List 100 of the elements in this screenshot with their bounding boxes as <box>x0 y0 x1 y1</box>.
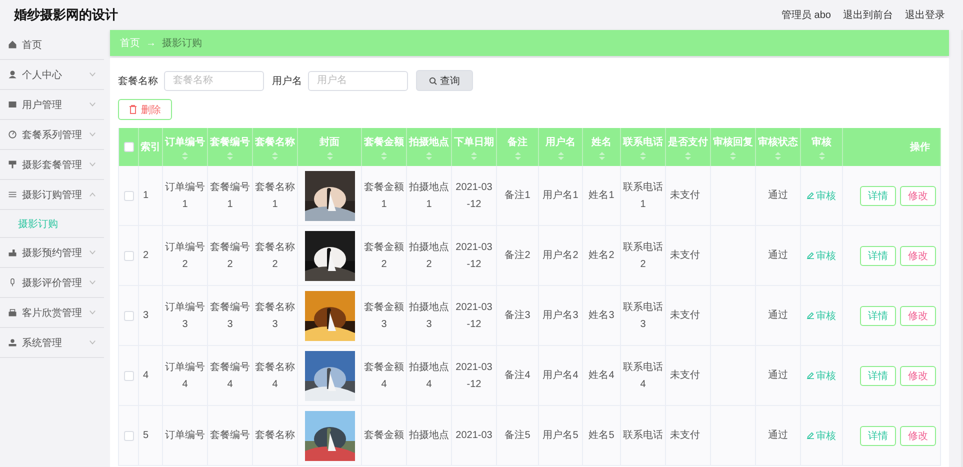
sort-icon[interactable] <box>558 152 564 160</box>
edit-button[interactable]: 修改 <box>900 246 936 266</box>
column-header[interactable]: 审核 <box>801 128 843 166</box>
details-button[interactable]: 详情 <box>860 186 896 206</box>
sort-icon[interactable] <box>227 152 233 160</box>
table-cell-text: 姓名3 <box>588 309 614 323</box>
table-cell-text: 套餐金额 <box>364 428 404 443</box>
sort-icon[interactable] <box>818 152 824 160</box>
table-cell-text: 拍摄地点 4 <box>408 360 450 392</box>
row-checkbox[interactable] <box>124 190 134 200</box>
review-link[interactable]: 审核 <box>807 248 836 262</box>
details-button[interactable]: 详情 <box>860 426 896 446</box>
edit-button[interactable]: 修改 <box>900 306 936 326</box>
sidebar-item[interactable]: 套餐系列管理 <box>0 120 104 150</box>
review-link[interactable]: 审核 <box>807 188 836 202</box>
header-link[interactable]: 管理员 abo <box>782 8 831 22</box>
sort-icon[interactable] <box>326 152 332 160</box>
table-cell-text: 联系电话 2 <box>622 240 664 272</box>
column-header[interactable]: 套餐名称 <box>253 128 298 166</box>
row-checkbox[interactable] <box>124 370 134 380</box>
pencil-icon <box>807 252 814 259</box>
header-label: 封面 <box>320 136 340 148</box>
sidebar-item[interactable]: 系统管理 <box>0 328 104 358</box>
table-cell-text: 套餐名称 1 <box>254 180 296 212</box>
column-header[interactable]: 下单日期 <box>452 128 497 166</box>
details-button[interactable]: 详情 <box>860 246 896 266</box>
breadcrumb-item[interactable]: 摄影订购 <box>162 36 202 50</box>
sort-icon[interactable] <box>182 152 188 160</box>
table-cell-text: 拍摄地点 3 <box>408 300 450 332</box>
sidebar-item[interactable]: 摄影评价管理 <box>0 268 104 298</box>
column-header[interactable]: 联系电话 <box>621 128 666 166</box>
delete-button[interactable]: 删除 <box>118 99 172 120</box>
sidebar-item[interactable]: 个人中心 <box>0 60 104 90</box>
row-checkbox[interactable] <box>124 250 134 260</box>
table-cell-text: 1 <box>143 189 149 203</box>
table-cell-text: 用户名2 <box>542 248 578 263</box>
table-cell-text: 2021-03-12 <box>454 180 494 212</box>
search-field[interactable]: 用户名 <box>308 70 408 90</box>
header-link[interactable]: 退出登录 <box>905 8 945 22</box>
chevron-icon <box>89 192 96 197</box>
field-label: 用户名 <box>272 74 302 88</box>
review-link[interactable]: 审核 <box>807 368 836 382</box>
sidebar-item[interactable]: 用户管理 <box>0 90 104 120</box>
column-header[interactable]: 套餐金额 <box>362 128 407 166</box>
sort-icon[interactable] <box>598 152 604 160</box>
sort-icon[interactable] <box>426 152 432 160</box>
breadcrumb-item[interactable]: 首页 <box>120 36 140 50</box>
row-checkbox[interactable] <box>124 430 134 440</box>
row-checkbox[interactable] <box>124 310 134 320</box>
header-label: 联系电话 <box>623 136 663 148</box>
pencil-icon <box>807 432 814 439</box>
column-header[interactable]: 封面 <box>298 128 362 166</box>
sidebar-item[interactable]: 摄影预约管理 <box>0 238 104 268</box>
column-header[interactable]: 套餐编号 <box>208 128 253 166</box>
table-cell-text: 套餐编号 2 <box>209 240 251 272</box>
column-header[interactable]: 姓名 <box>583 128 621 166</box>
table-cell-text: 订单编号 <box>165 428 205 443</box>
sort-icon[interactable] <box>471 152 477 160</box>
sidebar-item[interactable]: 摄影订购管理 <box>0 180 104 210</box>
column-header[interactable]: 是否支付 <box>666 128 711 166</box>
edit-button[interactable]: 修改 <box>900 366 936 386</box>
column-header[interactable]: 用户名 <box>539 128 583 166</box>
header-label: 备注 <box>508 135 528 148</box>
edit-button[interactable]: 修改 <box>900 426 936 446</box>
edit-button[interactable]: 修改 <box>900 186 936 206</box>
sort-icon[interactable] <box>381 152 387 160</box>
review-link[interactable]: 审核 <box>807 308 836 322</box>
search-button[interactable]: 查询 <box>416 70 473 91</box>
sort-icon[interactable] <box>272 152 278 160</box>
search-icon <box>429 76 437 84</box>
column-header[interactable]: 订单编号 <box>163 128 208 166</box>
table-cell-text: 联系电话 4 <box>622 360 664 392</box>
pencil-icon <box>807 372 814 379</box>
review-link[interactable]: 审核 <box>807 428 836 442</box>
sort-icon[interactable] <box>730 152 736 160</box>
submenu-item[interactable]: 摄影订购 <box>18 216 58 230</box>
details-button[interactable]: 详情 <box>860 306 896 326</box>
search-field[interactable]: 套餐名称 <box>164 70 264 90</box>
header-link[interactable]: 退出到前台 <box>843 8 893 22</box>
menu-icon <box>8 40 17 49</box>
table-cell-text: 通过 <box>768 428 788 443</box>
table-cell-text: 套餐编号 3 <box>209 300 251 332</box>
sort-icon[interactable] <box>775 152 781 160</box>
sidebar-item[interactable]: 客片欣赏管理 <box>0 298 104 328</box>
sidebar-item[interactable]: 摄影套餐管理 <box>0 150 104 180</box>
sort-icon[interactable] <box>514 152 520 160</box>
sidebar-item[interactable]: 首页 <box>0 30 104 60</box>
column-header[interactable]: 审核回复 <box>711 128 756 166</box>
select-all-checkbox[interactable] <box>124 142 134 152</box>
table-cell-text: 3 <box>143 309 149 323</box>
menu-icon <box>8 70 17 79</box>
header-label: 套餐名称 <box>255 136 295 148</box>
column-header[interactable]: 审核状态 <box>756 128 801 166</box>
sort-icon[interactable] <box>640 152 646 160</box>
chevron-icon <box>89 280 96 285</box>
table-cell-text: 未支付 <box>670 308 700 323</box>
details-button[interactable]: 详情 <box>860 366 896 386</box>
column-header[interactable]: 备注 <box>497 128 539 166</box>
sort-icon[interactable] <box>685 152 691 160</box>
column-header[interactable]: 拍摄地点 <box>407 128 452 166</box>
